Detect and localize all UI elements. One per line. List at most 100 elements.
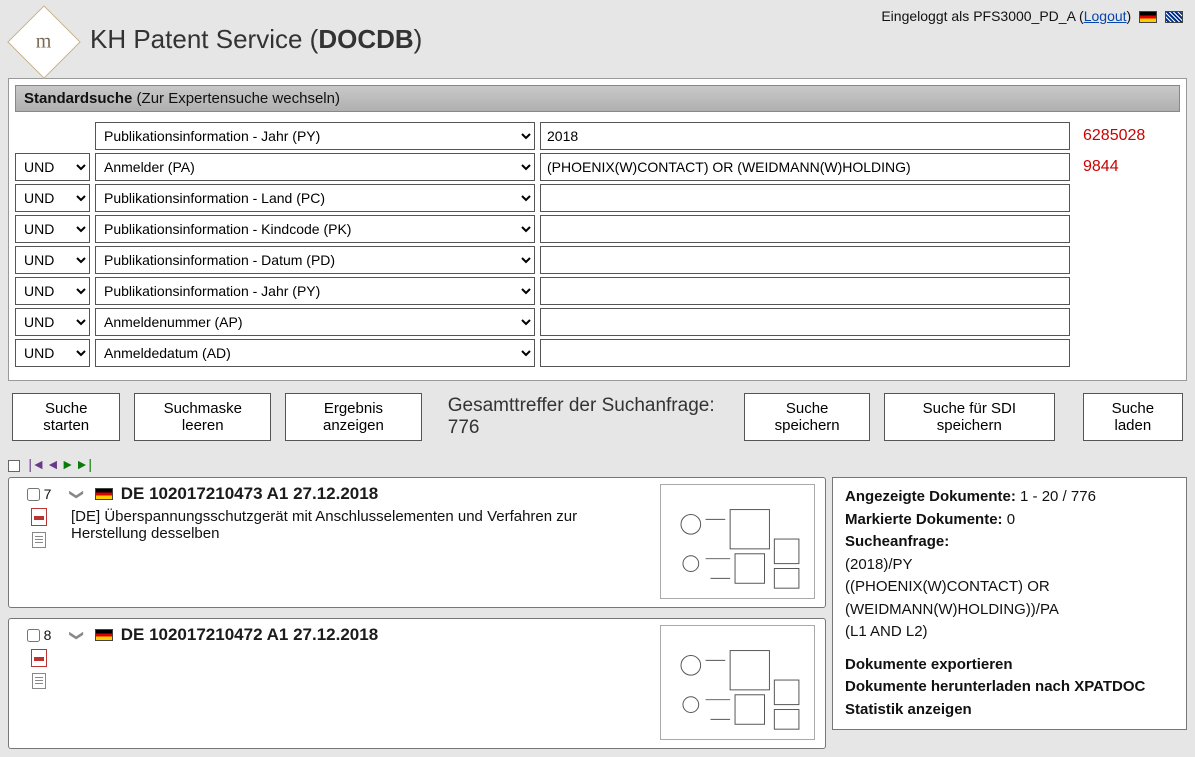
row-hit-count (1075, 339, 1180, 367)
operator-select[interactable]: UND (15, 153, 90, 181)
show-stats-link[interactable]: Statistik anzeigen (845, 701, 972, 718)
title-suffix: ) (414, 24, 423, 54)
field-select[interactable]: Anmelder (PA) (95, 153, 535, 181)
result-number: 8 (44, 627, 52, 643)
flag-de-icon[interactable] (1139, 11, 1157, 23)
search-mode-switch[interactable]: (Zur Expertensuche wechseln) (132, 90, 340, 107)
query-line-1: (2018)/PY (845, 554, 1174, 577)
load-search-button[interactable]: Suche laden (1083, 393, 1183, 441)
doc-icon[interactable] (32, 673, 46, 689)
flag-de-icon (95, 488, 113, 500)
value-input[interactable] (540, 277, 1070, 305)
download-docs-link[interactable]: Dokumente herunterladen nach XPATDOC (845, 678, 1145, 695)
result-title[interactable]: DE 102017210472 A1 27.12.2018 (121, 625, 378, 645)
logged-in-label: Eingeloggt als (881, 8, 973, 24)
search-row: UNDPublikationsinformation - Jahr (PY) (15, 277, 1180, 305)
operator-select[interactable]: UND (15, 184, 90, 212)
value-input[interactable] (540, 246, 1070, 274)
result-thumbnail[interactable] (660, 625, 815, 740)
chevron-down-icon[interactable]: ❯ (68, 488, 85, 500)
app-title: KH Patent Service (DOCDB) (90, 24, 881, 55)
pdf-icon[interactable] (31, 508, 47, 526)
app-logo: m (7, 5, 81, 79)
search-mode-current: Standardsuche (24, 90, 132, 107)
value-input[interactable] (540, 122, 1070, 150)
login-info: Eingeloggt als PFS3000_PD_A (Logout) (881, 6, 1183, 24)
value-input[interactable] (540, 184, 1070, 212)
field-select[interactable]: Publikationsinformation - Land (PC) (95, 184, 535, 212)
field-select[interactable]: Publikationsinformation - Kindcode (PK) (95, 215, 535, 243)
query-line-2: ((PHOENIX(W)CONTACT) OR (WEIDMANN(W)HOLD… (845, 576, 1174, 621)
result-number: 7 (44, 486, 52, 502)
operator-select[interactable]: UND (15, 215, 90, 243)
operator-select[interactable]: UND (15, 277, 90, 305)
search-grid: Publikationsinformation - Jahr (PY)62850… (9, 118, 1186, 380)
result-card: 7 ❯ DE 102017210473 A1 27.12.2018 [DE] Über… (8, 477, 826, 608)
pager-last-icon[interactable]: ►| (78, 458, 95, 474)
results-area: 7 ❯ DE 102017210473 A1 27.12.2018 [DE] Über… (0, 477, 1195, 757)
search-row: UNDAnmeldenummer (AP) (15, 308, 1180, 336)
save-search-button[interactable]: Suche speichern (744, 393, 870, 441)
query-label: Sucheanfrage: (845, 533, 949, 550)
pager-select-box[interactable] (8, 460, 20, 472)
field-select[interactable]: Publikationsinformation - Jahr (PY) (95, 122, 535, 150)
logout-link[interactable]: Logout (1084, 8, 1127, 24)
side-panel: Angezeigte Dokumente: 1 - 20 / 776 Marki… (832, 477, 1187, 730)
pager-prev-icon[interactable]: ◄ (49, 458, 57, 474)
row-hit-count: 9844 (1075, 153, 1180, 181)
field-select[interactable]: Publikationsinformation - Jahr (PY) (95, 277, 535, 305)
value-input[interactable] (540, 215, 1070, 243)
value-input[interactable] (540, 153, 1070, 181)
save-sdi-button[interactable]: Suche für SDI speichern (884, 393, 1055, 441)
chevron-down-icon[interactable]: ❯ (68, 629, 85, 641)
result-description: [DE] Überspannungsschutzgerät mit Anschl… (71, 508, 631, 542)
row-hit-count (1075, 215, 1180, 243)
clear-mask-button[interactable]: Suchmaske leeren (134, 393, 271, 441)
value-input[interactable] (540, 339, 1070, 367)
title-bold: DOCDB (318, 24, 413, 54)
query-line-3: (L1 AND L2) (845, 621, 1174, 644)
export-docs-link[interactable]: Dokumente exportieren (845, 656, 1013, 673)
pager-bar: |◄ ◄ ► ►| (0, 455, 1195, 477)
result-checkbox[interactable] (27, 488, 40, 501)
action-bar: Suche starten Suchmaske leeren Ergebnis … (0, 381, 1195, 455)
show-result-button[interactable]: Ergebnis anzeigen (285, 393, 422, 441)
result-title[interactable]: DE 102017210473 A1 27.12.2018 (121, 484, 378, 504)
field-select[interactable]: Anmeldedatum (AD) (95, 339, 535, 367)
total-hits-value: 776 (448, 417, 480, 438)
row-hit-count (1075, 184, 1180, 212)
field-select[interactable]: Anmeldenummer (AP) (95, 308, 535, 336)
results-list: 7 ❯ DE 102017210473 A1 27.12.2018 [DE] Über… (8, 477, 826, 749)
pager-next-icon[interactable]: ► (63, 458, 71, 474)
value-input[interactable] (540, 308, 1070, 336)
displayed-docs-label: Angezeigte Dokumente: (845, 488, 1016, 505)
pdf-icon[interactable] (31, 649, 47, 667)
search-row: Publikationsinformation - Jahr (PY)62850… (15, 122, 1180, 150)
doc-icon[interactable] (32, 532, 46, 548)
operator-select[interactable]: UND (15, 339, 90, 367)
search-row: UNDPublikationsinformation - Datum (PD) (15, 246, 1180, 274)
search-row: UNDPublikationsinformation - Land (PC) (15, 184, 1180, 212)
displayed-docs-value: 1 - 20 / 776 (1016, 488, 1096, 505)
result-checkbox[interactable] (27, 629, 40, 642)
search-mode-bar[interactable]: Standardsuche (Zur Expertensuche wechsel… (15, 85, 1180, 112)
search-row: UNDAnmelder (PA) 9844 (15, 153, 1180, 181)
title-prefix: KH Patent Service ( (90, 24, 318, 54)
current-user: PFS3000_PD_A (973, 8, 1075, 24)
operator-select[interactable]: UND (15, 308, 90, 336)
result-card: 8 ❯ DE 102017210472 A1 27.12.2018 (8, 618, 826, 749)
app-header: m KH Patent Service (DOCDB) Eingeloggt a… (0, 0, 1195, 78)
row-hit-count (1075, 277, 1180, 305)
flag-de-icon (95, 629, 113, 641)
search-row: UNDAnmeldedatum (AD) (15, 339, 1180, 367)
field-select[interactable]: Publikationsinformation - Datum (PD) (95, 246, 535, 274)
start-search-button[interactable]: Suche starten (12, 393, 120, 441)
total-hits-label: Gesamttreffer der Suchanfrage: (448, 395, 715, 416)
result-thumbnail[interactable] (660, 484, 815, 599)
search-row: UNDPublikationsinformation - Kindcode (P… (15, 215, 1180, 243)
pager-first-icon[interactable]: |◄ (26, 458, 43, 474)
flag-alt-icon[interactable] (1165, 11, 1183, 23)
operator-select[interactable]: UND (15, 246, 90, 274)
marked-docs-label: Markierte Dokumente: (845, 511, 1003, 528)
row-hit-count (1075, 246, 1180, 274)
